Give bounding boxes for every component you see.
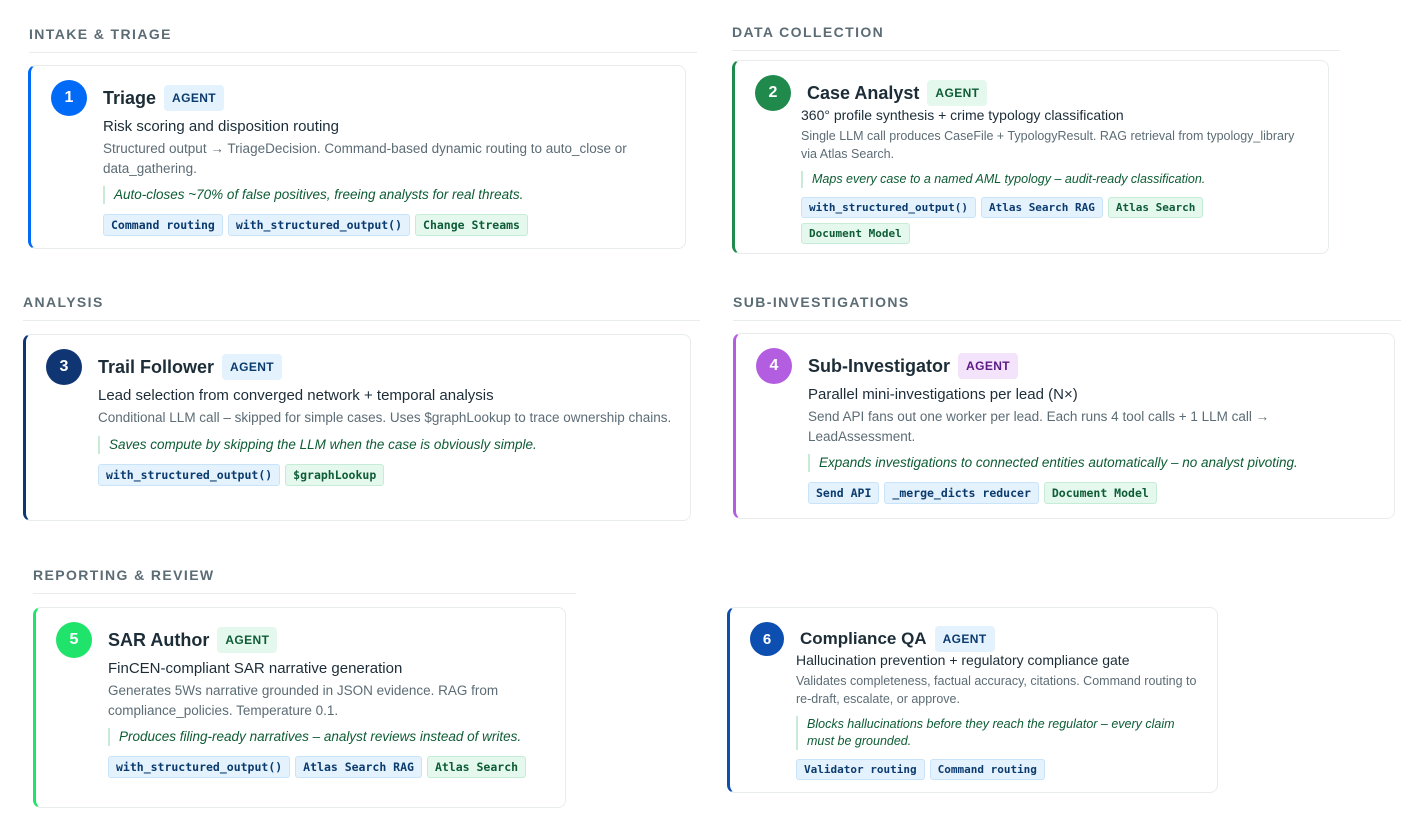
card-description: Send API fans out one worker per lead. E… bbox=[808, 409, 1270, 444]
card-title: Triage bbox=[103, 87, 157, 108]
agent-card-sub-investigator[interactable]: 4 Sub-Investigator AGENT Parallel mini-i… bbox=[733, 333, 1395, 519]
tag: with_structured_output() bbox=[801, 197, 976, 219]
tag-list: Validator routing Command routing bbox=[796, 759, 1199, 780]
card-title: Trail Follower bbox=[98, 356, 215, 377]
agent-badge: AGENT bbox=[958, 353, 1019, 379]
agent-card-trail-follower[interactable]: 3 Trail Follower AGENT Lead selection fr… bbox=[23, 334, 691, 521]
tag: $graphLookup bbox=[285, 463, 385, 486]
section-title-intake: INTAKE & TRIAGE bbox=[29, 26, 697, 53]
card-quote: Saves compute by skipping the LLM when t… bbox=[98, 435, 672, 454]
tag: Command routing bbox=[929, 759, 1045, 780]
tag: Document Model bbox=[801, 223, 910, 245]
agent-badge: AGENT bbox=[222, 354, 283, 380]
agent-badge: AGENT bbox=[934, 626, 995, 652]
agent-card-case-analyst[interactable]: 2 Case Analyst AGENT 360° profile synthe… bbox=[732, 60, 1329, 254]
step-number: 3 bbox=[46, 349, 82, 385]
tag: Validator routing bbox=[796, 759, 925, 780]
section-title-sub-investigations: SUB-INVESTIGATIONS bbox=[733, 294, 1401, 321]
tag-list: Send API _merge_dicts reducer Document M… bbox=[808, 482, 1376, 505]
tag-list: with_structured_output() $graphLookup bbox=[98, 463, 672, 486]
tag: _merge_dicts reducer bbox=[884, 482, 1039, 505]
tag: Command routing bbox=[103, 214, 223, 237]
card-subtitle: Lead selection from converged network + … bbox=[98, 387, 494, 404]
step-number: 6 bbox=[750, 622, 784, 656]
card-quote: Blocks hallucinations before they reach … bbox=[796, 716, 1199, 750]
tag: Atlas Search bbox=[1107, 197, 1204, 219]
tag-list: Command routing with_structured_output()… bbox=[103, 214, 667, 237]
tag: Change Streams bbox=[415, 214, 528, 237]
tag: Atlas Search bbox=[426, 756, 527, 779]
card-subtitle: 360° profile synthesis + crime typology … bbox=[801, 107, 1124, 123]
tag: with_structured_output() bbox=[98, 463, 281, 486]
tag: Send API bbox=[808, 482, 880, 505]
card-title: Sub-Investigator bbox=[808, 355, 951, 376]
step-number: 5 bbox=[56, 622, 92, 658]
agent-card-sar-author[interactable]: 5 SAR Author AGENT FinCEN-compliant SAR … bbox=[33, 607, 566, 808]
section-title-data-collection: DATA COLLECTION bbox=[732, 24, 1340, 51]
card-quote: Expands investigations to connected enti… bbox=[808, 454, 1376, 473]
section-title-analysis: ANALYSIS bbox=[23, 294, 700, 321]
card-quote: Maps every case to a named AML typology … bbox=[801, 171, 1310, 189]
card-title: Compliance QA bbox=[800, 629, 927, 648]
tag: Document Model bbox=[1043, 482, 1157, 505]
card-description: Conditional LLM call – skipped for simpl… bbox=[98, 410, 672, 425]
tag: Atlas Search RAG bbox=[295, 756, 422, 779]
section-title-reporting: REPORTING & REVIEW bbox=[33, 567, 576, 594]
tag: Atlas Search RAG bbox=[980, 197, 1103, 219]
agent-badge: AGENT bbox=[217, 627, 278, 653]
card-description: Structured output → TriageDecision. Comm… bbox=[103, 141, 627, 176]
agent-badge: AGENT bbox=[927, 80, 988, 106]
agent-card-compliance-qa[interactable]: 6 Compliance QA AGENT Hallucination prev… bbox=[727, 607, 1218, 793]
step-number: 1 bbox=[51, 80, 87, 116]
card-quote: Auto-closes ~70% of false positives, fre… bbox=[103, 186, 667, 205]
agent-card-triage[interactable]: 1 Triage AGENT Risk scoring and disposit… bbox=[28, 65, 686, 249]
card-title: SAR Author bbox=[108, 629, 210, 650]
card-subtitle: Parallel mini-investigations per lead (N… bbox=[808, 386, 1078, 403]
step-number: 2 bbox=[755, 75, 791, 111]
card-subtitle: FinCEN-compliant SAR narrative generatio… bbox=[108, 660, 403, 677]
agent-badge: AGENT bbox=[164, 85, 225, 111]
card-title: Case Analyst bbox=[807, 82, 920, 103]
card-description: Generates 5Ws narrative grounded in JSON… bbox=[108, 683, 499, 718]
tag-list: with_structured_output() Atlas Search RA… bbox=[801, 197, 1310, 245]
card-subtitle: Hallucination prevention + regulatory co… bbox=[796, 652, 1130, 668]
tag: with_structured_output() bbox=[227, 214, 411, 237]
step-number: 4 bbox=[756, 348, 792, 384]
card-description: Single LLM call produces CaseFile + Typo… bbox=[801, 129, 1295, 162]
card-quote: Produces filing-ready narratives – analy… bbox=[108, 728, 547, 747]
card-subtitle: Risk scoring and disposition routing bbox=[103, 118, 339, 135]
tag-list: with_structured_output() Atlas Search RA… bbox=[108, 756, 547, 779]
tag: with_structured_output() bbox=[108, 756, 291, 779]
card-description: Validates completeness, factual accuracy… bbox=[796, 674, 1197, 707]
